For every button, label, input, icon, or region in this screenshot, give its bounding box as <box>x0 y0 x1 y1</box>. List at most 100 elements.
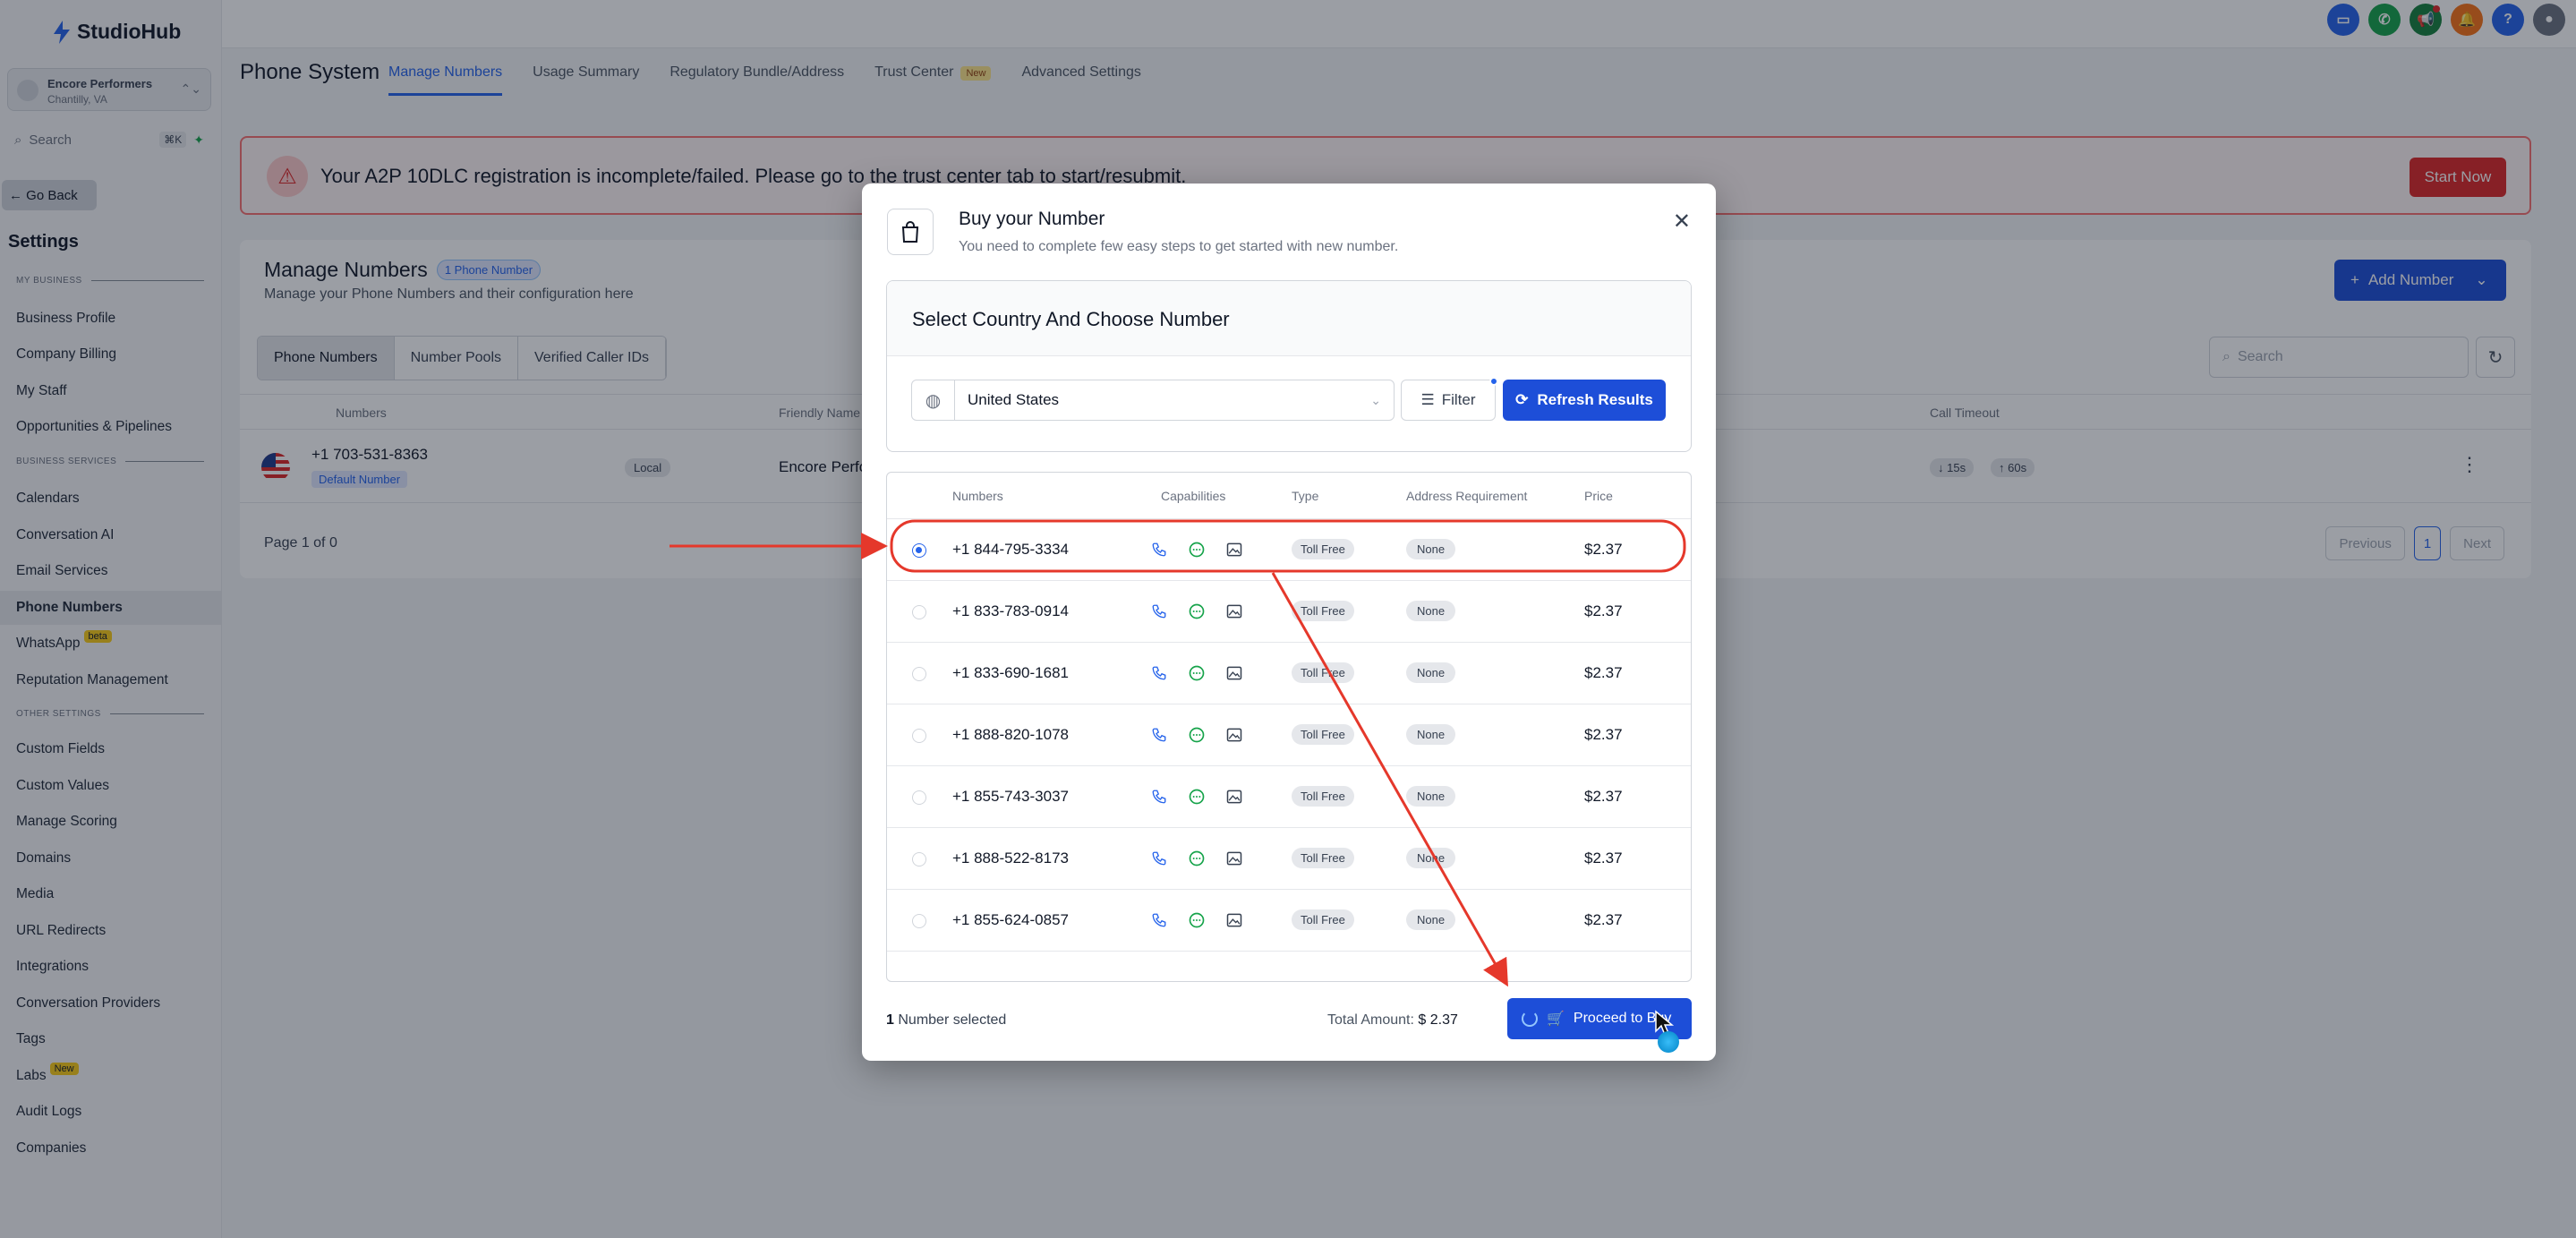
row-price: $2.37 <box>1584 911 1623 928</box>
type-badge: Toll Free <box>1292 786 1354 807</box>
type-badge: Toll Free <box>1292 601 1354 621</box>
section-title: Select Country And Choose Number <box>887 281 1691 356</box>
row-number: +1 888-522-8173 <box>952 850 1069 867</box>
mms-icon <box>1224 786 1245 807</box>
address-badge: None <box>1406 662 1456 683</box>
country-select[interactable]: ◍ United States ⌄ <box>911 380 1395 421</box>
capabilities <box>1148 786 1245 807</box>
modal-subtitle: You need to complete few easy steps to g… <box>959 239 1399 254</box>
capabilities <box>1148 601 1245 622</box>
mms-icon <box>1224 909 1245 931</box>
sms-icon <box>1186 909 1207 931</box>
select-radio[interactable] <box>912 852 926 867</box>
cart-icon: 🛒 <box>1547 1012 1565 1027</box>
type-badge: Toll Free <box>1292 848 1354 868</box>
select-radio[interactable] <box>912 667 926 681</box>
mms-icon <box>1224 724 1245 746</box>
total-label: Total Amount: <box>1327 1012 1414 1028</box>
refresh-icon: ⟳ <box>1515 391 1529 408</box>
type-badge: Toll Free <box>1292 539 1354 559</box>
row-price: $2.37 <box>1584 850 1623 867</box>
select-country-section: Select Country And Choose Number ◍ Unite… <box>886 280 1692 452</box>
sms-icon <box>1186 848 1207 869</box>
voice-icon <box>1148 786 1170 807</box>
total-amount: Total Amount: $ 2.37 <box>1327 1012 1458 1029</box>
address-badge: None <box>1406 786 1456 807</box>
refresh-label: Refresh Results <box>1537 391 1653 408</box>
voice-icon <box>1148 662 1170 684</box>
number-row[interactable]: +1 833-690-1681 Toll Free None $2.37 <box>887 643 1691 704</box>
mms-icon <box>1224 601 1245 622</box>
filter-icon: ☰ <box>1420 391 1435 408</box>
select-radio[interactable] <box>912 605 926 619</box>
row-number: +1 855-624-0857 <box>952 911 1069 928</box>
address-badge: None <box>1406 909 1456 930</box>
row-number: +1 833-690-1681 <box>952 664 1069 681</box>
row-price: $2.37 <box>1584 541 1623 558</box>
filter-button[interactable]: ☰ Filter <box>1401 377 1498 421</box>
voice-icon <box>1148 909 1170 931</box>
capabilities <box>1148 724 1245 746</box>
selected-count: 1 <box>886 1012 894 1028</box>
filter-label: Filter <box>1441 391 1476 408</box>
select-radio[interactable] <box>912 914 926 928</box>
number-row[interactable]: +1 888-820-1078 Toll Free None $2.37 <box>887 704 1691 766</box>
select-radio[interactable] <box>912 790 926 805</box>
row-number: +1 833-783-0914 <box>952 602 1069 619</box>
number-row[interactable]: +1 833-783-0914 Toll Free None $2.37 <box>887 581 1691 643</box>
total-value: $ 2.37 <box>1418 1012 1458 1028</box>
shopping-bag-icon <box>887 209 934 255</box>
voice-icon <box>1148 724 1170 746</box>
mms-icon <box>1224 539 1245 560</box>
row-number: +1 888-820-1078 <box>952 726 1069 743</box>
sms-icon <box>1186 786 1207 807</box>
type-badge: Toll Free <box>1292 909 1354 930</box>
number-row[interactable]: +1 888-522-8173 Toll Free None $2.37 <box>887 828 1691 890</box>
loading-spinner-icon <box>1522 1011 1538 1027</box>
mms-icon <box>1224 848 1245 869</box>
refresh-results-button[interactable]: ⟳ Refresh Results <box>1503 380 1666 421</box>
col-address-requirement: Address Requirement <box>1406 489 1528 503</box>
address-badge: None <box>1406 539 1456 559</box>
type-badge: Toll Free <box>1292 662 1354 683</box>
voice-icon <box>1148 848 1170 869</box>
col-price: Price <box>1584 489 1613 503</box>
type-badge: Toll Free <box>1292 724 1354 745</box>
row-price: $2.37 <box>1584 788 1623 805</box>
row-price: $2.37 <box>1584 602 1623 619</box>
number-row[interactable]: +1 844-795-3334 Toll Free None $2.37 <box>887 519 1691 581</box>
modal-title: Buy your Number <box>959 209 1105 229</box>
select-radio[interactable] <box>912 543 926 558</box>
sms-icon <box>1186 662 1207 684</box>
chevron-down-icon: ⌄ <box>1370 392 1381 407</box>
mms-icon <box>1224 662 1245 684</box>
number-row[interactable]: +1 855-624-0857 Toll Free None $2.37 <box>887 890 1691 952</box>
row-price: $2.37 <box>1584 726 1623 743</box>
address-badge: None <box>1406 601 1456 621</box>
globe-icon: ◍ <box>912 380 955 420</box>
number-row[interactable]: +1 855-743-3037 Toll Free None $2.37 <box>887 766 1691 828</box>
country-value: United States <box>968 391 1060 408</box>
available-numbers-header: Numbers Capabilities Type Address Requir… <box>887 473 1691 519</box>
capabilities <box>1148 909 1245 931</box>
col-type: Type <box>1292 489 1319 503</box>
filter-active-dot <box>1489 377 1498 386</box>
selected-label: Number selected <box>898 1012 1007 1028</box>
sms-icon <box>1186 539 1207 560</box>
capabilities <box>1148 662 1245 684</box>
voice-icon <box>1148 601 1170 622</box>
selection-summary: 1 Number selected <box>886 1012 1006 1029</box>
buy-number-modal: Buy your Number You need to complete few… <box>862 184 1716 1061</box>
capabilities <box>1148 848 1245 869</box>
close-icon[interactable]: ✕ <box>1673 209 1691 235</box>
click-indicator-icon <box>1658 1031 1679 1053</box>
address-badge: None <box>1406 848 1456 868</box>
capabilities <box>1148 539 1245 560</box>
col-capabilities: Capabilities <box>1161 489 1226 503</box>
row-price: $2.37 <box>1584 664 1623 681</box>
select-radio[interactable] <box>912 729 926 743</box>
voice-icon <box>1148 539 1170 560</box>
row-number: +1 844-795-3334 <box>952 541 1069 558</box>
address-badge: None <box>1406 724 1456 745</box>
col-numbers: Numbers <box>952 489 1003 503</box>
